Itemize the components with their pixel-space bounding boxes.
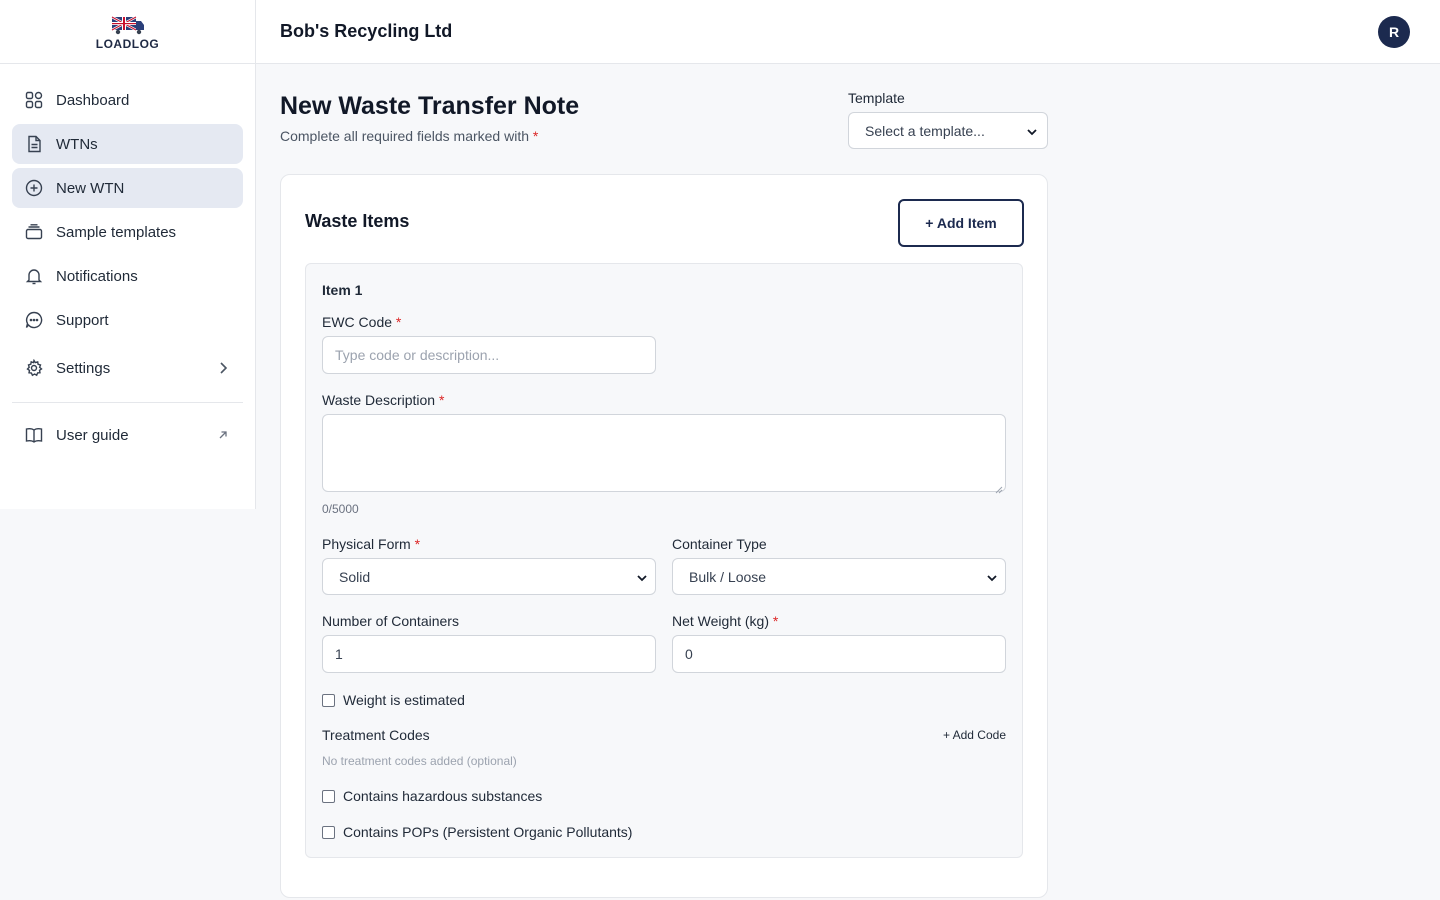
add-code-button[interactable]: + Add Code — [943, 728, 1006, 742]
sidebar-item-label: Sample templates — [56, 223, 177, 241]
pops-checkbox[interactable] — [322, 825, 335, 839]
pops-label: Contains POPs (Persistent Organic Pollut… — [343, 824, 633, 840]
chevron-down-icon — [1027, 123, 1037, 139]
template-select[interactable]: Select a template... — [848, 112, 1048, 149]
sidebar-item-label: Settings — [56, 359, 111, 377]
num-containers-input[interactable]: 1 — [322, 635, 656, 673]
book-icon — [24, 425, 44, 445]
treatment-codes-empty-hint: No treatment codes added (optional) — [322, 754, 517, 768]
chevron-down-icon — [987, 569, 997, 585]
waste-items-card: Waste Items + Add Item Item 1 EWC Code *… — [280, 174, 1048, 898]
sidebar-item-label: New WTN — [56, 179, 125, 197]
weight-estimated-row: Weight is estimated — [322, 692, 465, 708]
template-label: Template — [848, 90, 905, 106]
plus-circle-icon — [24, 178, 44, 198]
sidebar-item-support[interactable]: Support — [12, 300, 243, 340]
weight-estimated-checkbox[interactable] — [322, 693, 335, 707]
waste-item: Item 1 EWC Code * Type code or descripti… — [305, 263, 1023, 858]
company-name: Bob's Recycling Ltd — [280, 21, 453, 41]
sidebar-item-sample-templates[interactable]: Sample templates — [12, 212, 243, 252]
hazardous-checkbox[interactable] — [322, 789, 335, 803]
pops-row: Contains POPs (Persistent Organic Pollut… — [322, 824, 632, 840]
physical-form-label: Physical Form * — [322, 536, 421, 552]
item-title: Item 1 — [322, 282, 363, 298]
required-marker: * — [532, 128, 539, 144]
sidebar-item-label: Dashboard — [56, 91, 130, 109]
main-content: New Waste Transfer Note Complete all req… — [280, 64, 1048, 898]
grid-icon — [24, 90, 44, 110]
container-type-select[interactable]: Bulk / Loose — [672, 558, 1006, 595]
character-counter: 0/5000 — [322, 502, 359, 516]
net-weight-input[interactable]: 0 — [672, 635, 1006, 673]
net-weight-label: Net Weight (kg) * — [672, 613, 779, 629]
sidebar-nav: Dashboard WTNs New WTN Sample templates … — [0, 64, 255, 455]
hazardous-row: Contains hazardous substances — [322, 788, 542, 804]
sidebar-divider — [12, 402, 243, 403]
sidebar-item-user-guide[interactable]: User guide — [12, 415, 243, 455]
page-header: New Waste Transfer Note Complete all req… — [280, 64, 1048, 174]
sidebar-item-label: Notifications — [56, 267, 138, 285]
stack-icon — [24, 222, 44, 242]
sidebar-item-dashboard[interactable]: Dashboard — [12, 80, 243, 120]
resize-handle-icon[interactable] — [995, 481, 1003, 494]
ewc-code-label: EWC Code * — [322, 314, 402, 330]
bell-icon — [24, 266, 44, 286]
avatar[interactable]: R — [1378, 15, 1410, 48]
sidebar-item-label: User guide — [56, 426, 129, 444]
weight-estimated-label: Weight is estimated — [343, 692, 465, 708]
page-subtitle: Complete all required fields marked with… — [280, 128, 539, 144]
num-containers-label: Number of Containers — [322, 613, 459, 629]
waste-description-textarea[interactable] — [322, 414, 1006, 494]
document-icon — [24, 134, 44, 154]
ewc-code-input[interactable]: Type code or description... — [322, 336, 656, 374]
waste-description-label: Waste Description * — [322, 392, 445, 408]
add-item-button[interactable]: + Add Item — [898, 199, 1024, 247]
top-header: Bob's Recycling Ltd R — [256, 0, 1440, 64]
sidebar-item-notifications[interactable]: Notifications — [12, 256, 243, 296]
sidebar-item-new-wtn[interactable]: New WTN — [12, 168, 243, 208]
sidebar-item-label: Support — [56, 311, 109, 329]
sidebar-item-label: WTNs — [56, 135, 98, 153]
logo-truck-icon — [110, 13, 146, 35]
sidebar: LOADLOG Dashboard WTNs New WTN Sample te… — [0, 0, 256, 509]
gear-icon — [24, 358, 44, 378]
treatment-codes-label: Treatment Codes — [322, 727, 430, 743]
logo-text: LOADLOG — [95, 36, 160, 51]
page-title: New Waste Transfer Note — [280, 92, 580, 120]
chevron-right-icon — [215, 360, 231, 376]
chat-icon — [24, 310, 44, 330]
physical-form-select[interactable]: Solid — [322, 558, 656, 595]
logo[interactable]: LOADLOG — [0, 0, 255, 64]
sidebar-item-wtns[interactable]: WTNs — [12, 124, 243, 164]
external-link-icon — [215, 427, 231, 443]
chevron-down-icon — [637, 569, 647, 585]
card-title: Waste Items — [305, 211, 410, 231]
container-type-label: Container Type — [672, 536, 767, 552]
sidebar-item-settings[interactable]: Settings — [12, 348, 243, 388]
hazardous-label: Contains hazardous substances — [343, 788, 543, 804]
